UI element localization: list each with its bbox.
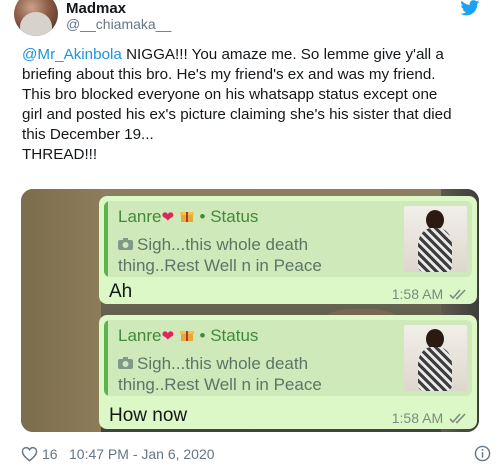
thumbnail-figure-head [426, 210, 444, 230]
red-heart-emoji: ❤ [161, 209, 175, 226]
quote-line-2: thing..Rest Well n in Peace [118, 375, 322, 394]
message-time-label: 1:58 AM [391, 410, 444, 426]
tweet-line-4: girl and posted his ex's picture claimin… [22, 106, 452, 123]
quote-accent-bar [104, 201, 108, 277]
camera-icon [118, 238, 133, 250]
display-name[interactable]: Madmax [66, 0, 126, 17]
message-time-label: 1:58 AM [391, 286, 444, 302]
quote-line-1: Sigh...this whole death [137, 235, 309, 254]
message-time: 1:58 AM [392, 410, 469, 426]
quote-title: Lanre❤ • Status [118, 207, 258, 227]
heart-outline-icon[interactable] [21, 446, 38, 462]
chat-bubble: Lanre❤ • Status Sigh...this whole death … [99, 196, 477, 304]
tweet-line-1-text: NIGGA!!! You amaze me. So lemme give y'a… [121, 46, 444, 63]
emoji-icon [179, 331, 194, 341]
user-handle[interactable]: @__chiamaka__ [66, 16, 171, 32]
tweet-line-2: briefing about this bro. He's my friend'… [22, 66, 436, 83]
quote-text: Sigh...this whole death thing..Rest Well… [118, 353, 322, 395]
message-text: How now [109, 405, 188, 426]
info-circle-icon[interactable] [474, 445, 491, 462]
avatar[interactable] [14, 0, 58, 36]
quote-accent-bar [104, 320, 108, 396]
twitter-bird-icon[interactable] [460, 0, 480, 16]
mention-link[interactable]: @Mr_Akinbola [22, 46, 122, 63]
quote-status-label: • Status [199, 207, 259, 226]
tweet-line-3: This bro blocked everyone on his whatsap… [22, 86, 438, 103]
red-heart-emoji: ❤ [161, 328, 175, 345]
quote-line-2: thing..Rest Well n in Peace [118, 256, 322, 275]
camera-icon [118, 357, 133, 369]
status-reply-quote: Lanre❤ • Status Sigh...this whole death … [104, 320, 472, 396]
status-thumbnail [404, 325, 467, 391]
thumbnail-figure-head [426, 329, 444, 349]
quote-text: Sigh...this whole death thing..Rest Well… [118, 234, 322, 276]
attached-screenshot[interactable]: Lanre❤ • Status Sigh...this whole death … [21, 189, 479, 432]
thumbnail-figure-body [418, 347, 452, 391]
tweet-text: @Mr_Akinbola NIGGA!!! You amaze me. So l… [22, 45, 492, 165]
quote-title: Lanre❤ • Status [118, 326, 258, 346]
tweet-line-1: @Mr_Akinbola NIGGA!!! You amaze me. So l… [22, 45, 492, 65]
quote-line-1: Sigh...this whole death [137, 354, 309, 373]
quote-sender: Lanre [118, 326, 162, 345]
quote-sender: Lanre [118, 207, 162, 226]
background-wall [21, 189, 101, 432]
tweet-header: Madmax @__chiamaka__ [0, 0, 502, 36]
double-check-icon [449, 413, 466, 424]
status-thumbnail [404, 206, 467, 272]
double-check-icon [449, 289, 466, 300]
status-reply-quote: Lanre❤ • Status Sigh...this whole death … [104, 201, 472, 277]
message-text: Ah [109, 281, 133, 302]
like-count[interactable]: 16 [42, 446, 58, 462]
chat-bubble: Lanre❤ • Status Sigh...this whole death … [99, 315, 477, 429]
tweet-footer: 16 10:47 PM - Jan 6, 2020 [21, 445, 491, 465]
tweet-timestamp[interactable]: 10:47 PM - Jan 6, 2020 [69, 446, 215, 462]
tweet-line-6: THREAD!!! [22, 146, 98, 163]
thumbnail-figure-body [418, 228, 452, 272]
emoji-icon [179, 212, 194, 222]
tweet-line-5: this December 19... [22, 126, 154, 143]
quote-status-label: • Status [199, 326, 259, 345]
message-time: 1:58 AM [392, 286, 469, 302]
